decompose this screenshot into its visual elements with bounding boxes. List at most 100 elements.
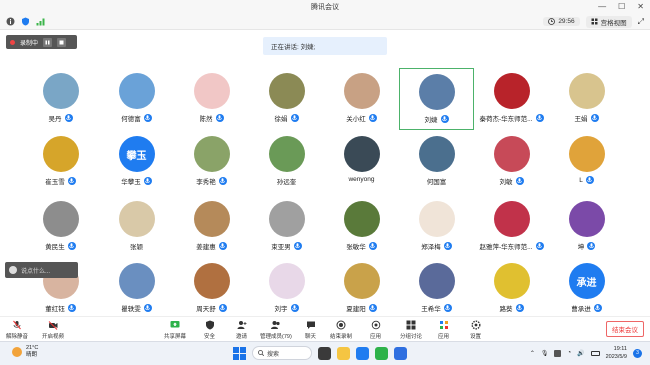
participant-tile[interactable]: 刘宇 — [249, 258, 324, 320]
stop-recording-toolbar-button[interactable]: 结束录制 — [330, 320, 352, 340]
participant-tile[interactable]: 王希华 — [399, 258, 474, 320]
participant-name: 路葵 — [499, 306, 513, 313]
participant-tile[interactable]: L — [549, 131, 624, 193]
video-label: 开启视频 — [42, 334, 65, 340]
participant-tile[interactable]: 李秀艳 — [174, 131, 249, 193]
system-clock[interactable]: 19:11 2023/5/9 — [606, 345, 627, 361]
stop-recording-button[interactable] — [57, 37, 67, 47]
info-icon[interactable] — [6, 17, 15, 26]
participant-tile[interactable]: 陈然 — [174, 68, 249, 130]
participant-tile[interactable]: 刘婕 — [399, 68, 474, 130]
participant-tile[interactable]: 孙远奎 — [249, 131, 324, 193]
manage-members-button[interactable]: 管理成员(79) — [260, 320, 292, 340]
participant-tile[interactable]: 姜建惠 — [174, 196, 249, 258]
edge-browser-icon[interactable] — [356, 346, 369, 360]
chat-button[interactable]: 聊天 — [305, 320, 316, 340]
participant-tile[interactable]: 徐娟 — [249, 68, 324, 130]
os-taskbar: 21°C 晴朗 搜索 ⌃ 🎙 ◔ 🔊 19:11 2023/5/9 3 — [0, 341, 650, 365]
invite-button[interactable]: 邀请 — [236, 320, 247, 340]
volume-icon[interactable]: 🔊 — [577, 350, 584, 357]
chevron-up-icon[interactable]: ⌃ — [530, 350, 535, 357]
participant-tile[interactable]: 何德富 — [99, 68, 174, 130]
participant-tile[interactable]: 攀玉 华攀玉 — [99, 131, 174, 193]
participant-tile[interactable]: 王娟 — [549, 68, 624, 130]
participant-name: 徐娟 — [274, 116, 288, 123]
avatar — [193, 73, 230, 109]
participant-name-row: 陈然 — [200, 113, 224, 123]
participant-tile[interactable]: 关小红 — [324, 68, 399, 130]
participant-tile[interactable]: 郑泽梅 — [399, 196, 474, 258]
windows-start-icon[interactable] — [233, 346, 246, 360]
share-label: 共享屏幕 — [164, 334, 187, 340]
chat-input[interactable]: 说点什么... — [5, 262, 78, 278]
participant-tile[interactable]: 路葵 — [474, 258, 549, 320]
app-button[interactable]: 应用 — [438, 320, 449, 340]
participant-name-row: 刘婕 — [425, 114, 449, 124]
breakout-button[interactable]: 分组讨论 — [400, 320, 422, 340]
participant-tile[interactable]: 瞿轶雯 — [99, 258, 174, 320]
emoji-icon[interactable] — [9, 266, 17, 274]
maximize-icon[interactable]: ☐ — [618, 2, 625, 11]
weather-desc: 晴朗 — [26, 352, 38, 358]
avatar — [343, 201, 380, 237]
participant-name-row: 赵雅萍-华东师范... — [479, 241, 544, 251]
wechat-icon[interactable] — [375, 346, 388, 360]
taskbar-search[interactable]: 搜索 — [252, 346, 312, 360]
participant-name: 王希华 — [421, 306, 441, 313]
signal-icon[interactable] — [36, 17, 45, 26]
participant-tile[interactable]: 刘敏 — [474, 131, 549, 193]
battery-icon[interactable] — [590, 350, 600, 356]
participant-tile[interactable]: 张敏华 — [324, 196, 399, 258]
participant-name-row: L — [579, 176, 594, 184]
avatar — [42, 201, 79, 237]
participant-tile[interactable]: 吴丹 — [23, 68, 98, 130]
participant-tile[interactable]: 夏建阳 — [324, 258, 399, 320]
apps-button[interactable]: 应用 — [370, 320, 381, 340]
share-screen-icon — [170, 320, 180, 330]
participant-tile[interactable]: 束亚男 — [249, 196, 324, 258]
participant-name: 刘婕 — [424, 117, 438, 124]
shield-icon[interactable] — [21, 17, 30, 26]
participant-tile[interactable]: 承进 曹承进 — [549, 258, 624, 320]
minimize-icon[interactable]: — — [598, 2, 606, 11]
participant-tile[interactable]: 周天舒 — [174, 258, 249, 320]
end-meeting-button[interactable]: 结束会议 — [606, 321, 644, 337]
camera-off-icon — [48, 320, 58, 330]
participant-tile[interactable]: 张颖 — [99, 196, 174, 258]
participant-tile[interactable]: 崔玉雪 — [23, 131, 98, 193]
weather-widget[interactable]: 21°C 晴朗 — [12, 345, 38, 359]
mic-icon — [67, 177, 76, 185]
microphone-icon[interactable]: 🎙 — [541, 350, 549, 357]
fullscreen-icon[interactable]: ⤢ — [638, 17, 644, 27]
share-screen-button[interactable]: 共享屏幕 — [164, 320, 186, 340]
participant-tile[interactable]: 黄民生 — [23, 196, 98, 258]
participant-tile[interactable]: 赵雅萍-华东师范... — [474, 196, 549, 258]
participant-tile[interactable]: 何国富 — [399, 131, 474, 193]
participant-tile[interactable]: wenyong — [324, 131, 399, 193]
mic-icon — [290, 114, 299, 122]
wifi-icon[interactable]: ◔ — [567, 350, 571, 356]
mic-icon — [293, 242, 302, 250]
task-view-icon[interactable] — [318, 346, 331, 360]
mic-icon — [590, 114, 599, 122]
participant-tile[interactable]: 秦荷杰-华东师范... — [474, 68, 549, 130]
video-button[interactable]: 开启视频 — [42, 320, 64, 340]
avatar — [343, 263, 380, 299]
avatar — [42, 73, 79, 109]
view-switch-button[interactable]: 宫格视图 — [585, 15, 632, 28]
settings-button[interactable]: 设置 — [470, 320, 481, 340]
security-button[interactable]: 安全 — [204, 320, 215, 340]
file-explorer-icon[interactable] — [337, 346, 350, 360]
participant-name-row: 刘敏 — [500, 176, 524, 186]
participant-name-row: 秦荷杰-华东师范... — [479, 113, 544, 123]
close-icon[interactable]: ✕ — [637, 2, 644, 11]
mute-button[interactable]: 解除静音 — [6, 320, 28, 340]
tencent-meeting-icon[interactable] — [394, 346, 407, 360]
notification-badge[interactable]: 3 — [633, 348, 642, 358]
participant-name: wenyong — [348, 176, 375, 183]
pause-recording-button[interactable] — [43, 37, 53, 47]
participant-name-row: 夏建阳 — [346, 303, 377, 313]
security-label: 安全 — [204, 334, 216, 340]
participant-tile[interactable]: 坤 — [549, 196, 624, 258]
tray-app-icon[interactable] — [554, 349, 562, 357]
